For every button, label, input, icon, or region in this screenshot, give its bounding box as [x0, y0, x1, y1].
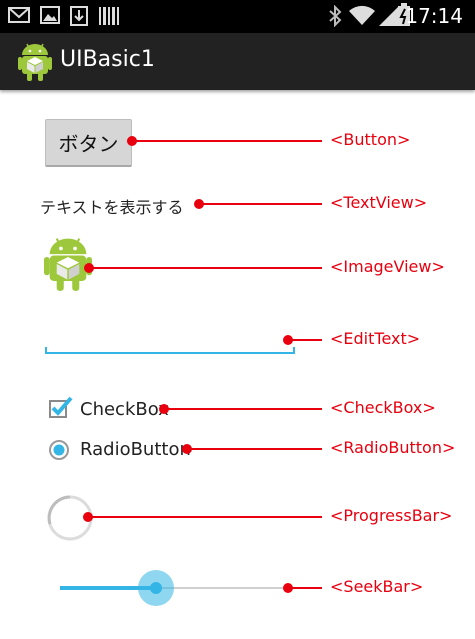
edittext-right-tick	[293, 347, 295, 354]
edittext-underline	[45, 352, 295, 354]
annotation-label-progressbar: <ProgressBar>	[330, 506, 453, 525]
annotation-line-seekbar	[288, 587, 322, 589]
annotation-line-textview	[199, 203, 322, 205]
app-title: UIBasic1	[60, 47, 155, 72]
edittext-left-tick	[45, 347, 47, 354]
annotation-label-seekbar: <SeekBar>	[330, 577, 424, 596]
gallery-icon	[40, 6, 60, 24]
annotation-line-imageview	[89, 267, 322, 269]
seekbar-thumb[interactable]	[150, 582, 162, 594]
android-app-icon	[18, 43, 52, 81]
annotation-line-button	[132, 140, 322, 142]
annotation-line-progressbar	[88, 516, 322, 518]
status-time: 17:14	[405, 4, 463, 28]
checkbox-label[interactable]: CheckBox	[80, 399, 169, 420]
annotation-label-radiobutton: <RadioButton>	[330, 438, 456, 457]
sample-textview: テキストを表示する	[40, 198, 184, 217]
wifi-icon	[349, 5, 375, 26]
radio-selected-icon[interactable]	[48, 439, 70, 461]
status-bar: 17:14	[0, 0, 475, 33]
annotation-line-radiobutton	[187, 448, 322, 450]
gmail-icon	[8, 7, 30, 23]
barcode-icon	[99, 7, 119, 25]
sample-edittext[interactable]	[44, 325, 297, 357]
checkbox-checked-icon[interactable]	[48, 396, 74, 420]
annotation-label-edittext: <EditText>	[330, 329, 421, 348]
annotation-label-button: <Button>	[330, 130, 411, 149]
sample-button[interactable]: ボタン	[45, 119, 132, 167]
annotation-label-checkbox: <CheckBox>	[330, 398, 436, 417]
annotation-label-imageview: <ImageView>	[330, 257, 445, 276]
annotation-line-checkbox	[164, 408, 322, 410]
annotation-line-edittext	[288, 339, 322, 341]
action-bar: UIBasic1	[0, 33, 475, 90]
radiobutton-label[interactable]: RadioButton	[80, 439, 191, 460]
annotation-label-textview: <TextView>	[330, 193, 428, 212]
download-icon	[70, 6, 88, 26]
bluetooth-icon	[329, 5, 342, 27]
